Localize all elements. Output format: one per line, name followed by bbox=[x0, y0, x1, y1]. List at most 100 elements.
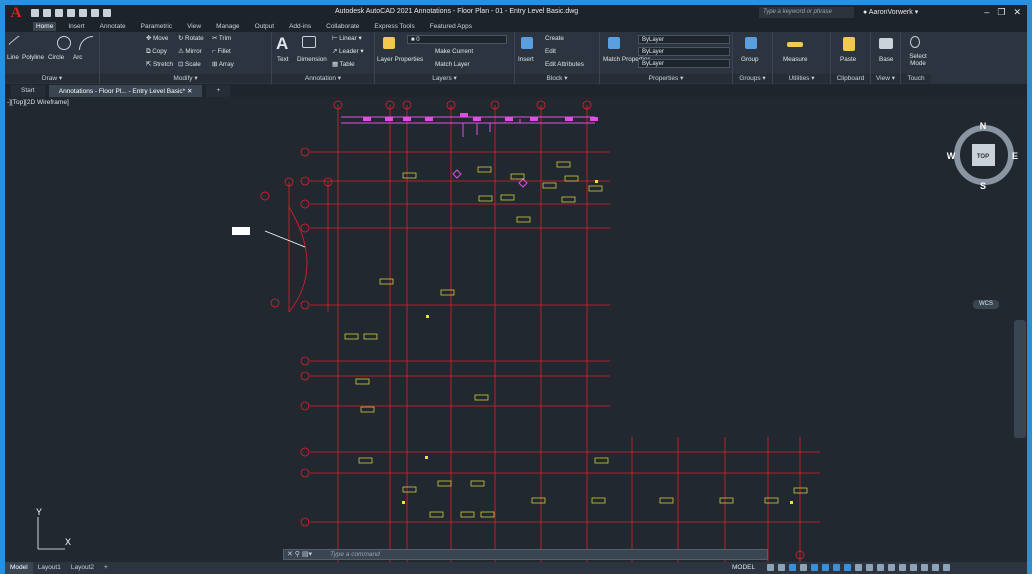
tab-parametric[interactable]: Parametric bbox=[138, 22, 175, 31]
create-block-tool[interactable]: Create bbox=[545, 35, 564, 42]
polar-icon[interactable] bbox=[800, 564, 807, 571]
tab-layout1[interactable]: Layout1 bbox=[33, 562, 66, 574]
tab-start[interactable]: Start bbox=[11, 85, 45, 97]
workspace-icon[interactable] bbox=[866, 564, 873, 571]
customize-icon[interactable] bbox=[943, 564, 950, 571]
osnap-icon[interactable] bbox=[811, 564, 818, 571]
tab-collaborate[interactable]: Collaborate bbox=[323, 22, 362, 31]
color-dropdown[interactable]: ByLayer bbox=[638, 35, 730, 44]
drawing-canvas[interactable]: -][Top][2D Wireframe] Y X TOP N S E W WCS bbox=[5, 97, 1027, 562]
navigation-bar[interactable] bbox=[1014, 320, 1026, 438]
otrack-icon[interactable] bbox=[822, 564, 829, 571]
linear-tool[interactable]: ⊢ Linear ▾ bbox=[332, 35, 362, 42]
linetype-dropdown[interactable]: ByLayer bbox=[638, 47, 730, 56]
insert-icon[interactable] bbox=[521, 37, 533, 49]
restore-icon[interactable]: ❐ bbox=[997, 7, 1005, 18]
close-tab-icon[interactable]: ✕ bbox=[187, 88, 192, 95]
user-account[interactable]: ● AaronVorwerk ▾ bbox=[863, 8, 918, 16]
annotation-panel-title[interactable]: Annotation ▾ bbox=[272, 74, 374, 83]
model-space-toggle[interactable]: MODEL bbox=[732, 562, 755, 574]
dimension-icon[interactable] bbox=[302, 36, 316, 48]
autocad-logo-icon[interactable]: A bbox=[5, 5, 27, 21]
lineweight-dropdown[interactable]: ByLayer bbox=[638, 59, 730, 68]
command-line-icons[interactable]: ✕ ⚲ ▤▾ bbox=[287, 550, 312, 558]
add-layout-button[interactable]: + bbox=[99, 562, 113, 574]
mirror-tool[interactable]: ⚠ Mirror bbox=[178, 48, 202, 55]
make-current-tool[interactable]: Make Current bbox=[435, 48, 473, 55]
text-tool[interactable]: Text bbox=[277, 56, 289, 63]
paste-icon[interactable] bbox=[843, 37, 855, 51]
hardware-accel-icon[interactable] bbox=[921, 564, 928, 571]
edit-block-tool[interactable]: Edit bbox=[545, 48, 556, 55]
move-tool[interactable]: ✥ Move bbox=[146, 35, 168, 42]
save-as-icon[interactable] bbox=[67, 9, 75, 17]
properties-panel-title[interactable]: Properties ▾ bbox=[600, 74, 732, 83]
tab-home[interactable]: Home bbox=[33, 22, 57, 31]
block-panel-title[interactable]: Block ▾ bbox=[515, 74, 599, 83]
new-file-icon[interactable] bbox=[31, 9, 39, 17]
select-mode-icon[interactable] bbox=[910, 36, 920, 48]
dimension-tool[interactable]: Dimension bbox=[297, 56, 327, 63]
line-icon[interactable] bbox=[8, 35, 28, 55]
tab-manage[interactable]: Manage bbox=[213, 22, 243, 31]
modify-panel-title[interactable]: Modify ▾ bbox=[100, 74, 271, 83]
redo-icon[interactable] bbox=[103, 9, 111, 17]
base-view-icon[interactable] bbox=[879, 38, 893, 49]
clean-screen-icon[interactable] bbox=[932, 564, 939, 571]
arc-tool[interactable]: Arc bbox=[73, 54, 82, 61]
annomonitor-icon[interactable] bbox=[877, 564, 884, 571]
paste-tool[interactable]: Paste bbox=[840, 56, 856, 63]
circle-tool[interactable]: Circle bbox=[48, 54, 64, 61]
group-tool[interactable]: Group bbox=[741, 56, 759, 63]
view-panel-title[interactable]: View ▾ bbox=[871, 74, 900, 83]
autoscale-icon[interactable] bbox=[844, 564, 851, 571]
annotation-scale-icon[interactable] bbox=[855, 564, 862, 571]
units-icon[interactable] bbox=[888, 564, 895, 571]
circle-icon[interactable] bbox=[57, 36, 71, 50]
groups-panel-title[interactable]: Groups ▾ bbox=[733, 74, 772, 83]
save-icon[interactable] bbox=[55, 9, 63, 17]
line-tool[interactable]: Line bbox=[7, 54, 19, 61]
keyword-search-input[interactable]: Type a keyword or phrase bbox=[759, 7, 854, 18]
clipboard-panel-title[interactable]: Clipboard bbox=[831, 74, 870, 83]
stretch-tool[interactable]: ⇱ Stretch bbox=[146, 61, 173, 68]
copy-tool[interactable]: ⧉ Copy bbox=[146, 48, 167, 56]
tab-featured-apps[interactable]: Featured Apps bbox=[427, 22, 475, 31]
scale-tool[interactable]: ⊡ Scale bbox=[178, 61, 201, 68]
layers-panel-title[interactable]: Layers ▾ bbox=[375, 74, 514, 83]
draw-panel-title[interactable]: Draw ▾ bbox=[5, 74, 99, 83]
minimize-icon[interactable]: – bbox=[984, 7, 989, 18]
base-tool[interactable]: Base bbox=[879, 56, 893, 63]
measure-icon[interactable] bbox=[787, 42, 803, 47]
layer-properties-tool[interactable]: Layer Properties bbox=[377, 56, 423, 63]
tab-view[interactable]: View bbox=[184, 22, 204, 31]
undo-icon[interactable] bbox=[91, 9, 99, 17]
command-line[interactable]: ✕ ⚲ ▤▾ Type a command bbox=[283, 549, 768, 560]
polyline-tool[interactable]: Polyline bbox=[22, 54, 44, 61]
open-file-icon[interactable] bbox=[43, 9, 51, 17]
layer-properties-icon[interactable] bbox=[383, 37, 395, 49]
close-icon[interactable]: ✕ bbox=[1013, 7, 1021, 18]
touch-panel-title[interactable]: Touch bbox=[901, 74, 931, 83]
match-properties-icon[interactable] bbox=[608, 37, 620, 49]
fillet-tool[interactable]: ⌐ Fillet bbox=[212, 48, 231, 55]
isolate-icon[interactable] bbox=[910, 564, 917, 571]
tab-express-tools[interactable]: Express Tools bbox=[371, 22, 417, 31]
select-mode-tool[interactable]: Select Mode bbox=[906, 53, 930, 67]
measure-tool[interactable]: Measure bbox=[783, 56, 808, 63]
command-input[interactable]: Type a command bbox=[330, 551, 380, 558]
tab-insert[interactable]: Insert bbox=[65, 22, 87, 31]
arc-icon[interactable] bbox=[79, 36, 93, 50]
tab-floor-plan[interactable]: Annotations - Floor Pl... - Entry Level … bbox=[48, 85, 203, 97]
trim-tool[interactable]: ✂ Trim bbox=[212, 35, 231, 42]
layer-dropdown[interactable]: ■ 0 bbox=[407, 35, 507, 44]
quick-properties-icon[interactable] bbox=[899, 564, 906, 571]
annotation-visibility-icon[interactable] bbox=[833, 564, 840, 571]
grid-icon[interactable] bbox=[767, 564, 774, 571]
wcs-menu[interactable]: WCS bbox=[973, 300, 999, 309]
new-tab-button[interactable]: + bbox=[206, 85, 231, 97]
text-icon[interactable]: A bbox=[276, 34, 288, 54]
ortho-icon[interactable] bbox=[789, 564, 796, 571]
leader-tool[interactable]: ↗ Leader ▾ bbox=[332, 48, 364, 55]
tab-model[interactable]: Model bbox=[5, 562, 33, 574]
